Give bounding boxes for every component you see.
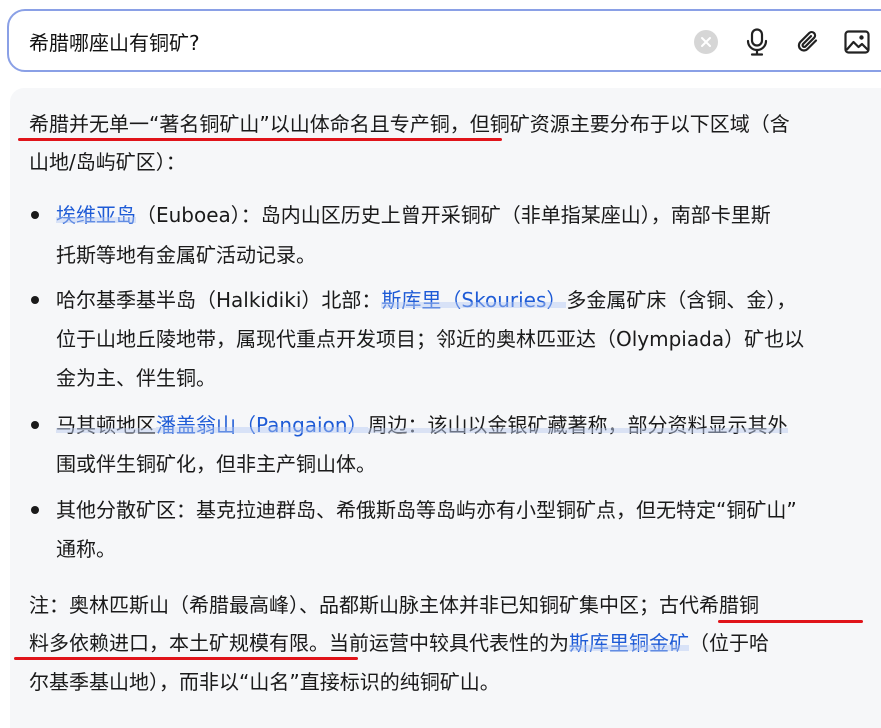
bullet-4-line-1: 其他分散矿区：基克拉迪群岛、希俄斯岛等岛屿亦有小型铜矿点，但无特定“铜矿山” <box>56 498 797 522</box>
search-bar[interactable] <box>7 9 881 72</box>
red-underline-annotation <box>718 620 863 623</box>
bullet-dot <box>31 506 39 514</box>
bullet-2-line-2: 位于山地丘陵地带，属现代重点开发项目；邻近的奥林匹亚达（Olympiada）矿也… <box>56 327 805 351</box>
bullet-dot <box>31 296 39 304</box>
red-underline-annotation <box>18 138 502 141</box>
microphone-icon[interactable] <box>741 26 773 58</box>
note-line-1: 注：奥林匹斯山（希腊最高峰）、品都斯山脉主体并非已知铜矿集中区；古代希腊铜 <box>29 593 759 617</box>
link-skouries[interactable]: 斯库里（Skouries） <box>381 288 566 312</box>
link-euboea[interactable]: 埃维亚岛 <box>56 203 136 227</box>
note-line-3: 尔基季基山地），而非以“山名”直接标识的纯铜矿山。 <box>29 670 500 694</box>
bullet-4-line-2: 通称。 <box>56 537 116 561</box>
paperclip-icon[interactable] <box>792 26 824 58</box>
search-input[interactable] <box>29 25 669 57</box>
bullet-dot <box>31 211 39 219</box>
bullet-2-line-3: 金为主、伴生铜。 <box>56 366 216 390</box>
link-pangaion[interactable]: 潘盖翁山（Pangaion） <box>156 413 368 437</box>
clear-x-icon[interactable] <box>694 30 718 54</box>
bullet-3-line-1: 马其顿地区潘盖翁山（Pangaion）周边：该山以金银矿藏著称，部分资料显示其外 <box>56 413 788 437</box>
link-skouries-mine[interactable]: 斯库里铜金矿 <box>569 631 689 655</box>
intro-line-2: 山地/岛屿矿区）： <box>29 150 186 174</box>
image-icon[interactable] <box>841 26 873 58</box>
bullet-1-line-2: 托斯等地有金属矿活动记录。 <box>56 243 316 267</box>
bullet-3-line-2: 围或伴生铜矿化，但非主产铜山体。 <box>56 452 376 476</box>
bullet-dot <box>31 421 39 429</box>
bullet-1-line-1: 埃维亚岛（Euboea）：岛内山区历史上曾开采铜矿（非单指某座山），南部卡里斯 <box>56 203 771 227</box>
bullet-2-line-1: 哈尔基季基半岛（Halkidiki）北部：斯库里（Skouries）多金属矿床（… <box>56 288 797 312</box>
red-underline-annotation <box>14 657 358 660</box>
